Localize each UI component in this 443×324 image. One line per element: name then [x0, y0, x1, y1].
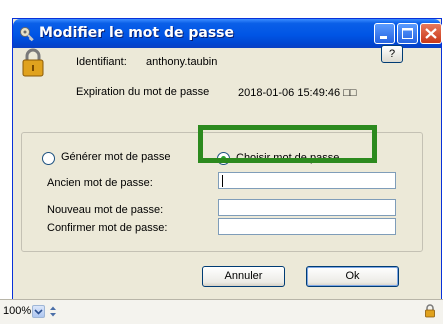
zoom-level: 100%	[3, 305, 32, 317]
confirm-password-label: Confirmer mot de passe:	[47, 222, 168, 234]
zoom-dropdown-button[interactable]	[32, 305, 45, 318]
old-password-label: Ancien mot de passe:	[47, 177, 153, 189]
text-caret	[222, 175, 223, 187]
close-icon	[425, 28, 437, 39]
key-icon	[20, 27, 34, 42]
confirm-password-field[interactable]	[218, 218, 396, 235]
new-password-label: Nouveau mot de passe:	[47, 204, 164, 216]
dialog-title: Modifier le mot de passe	[39, 25, 234, 41]
zoom-spinner-icon[interactable]	[49, 305, 57, 318]
expiration-value: 2018-01-06 15:49:46 □□	[238, 87, 357, 99]
cancel-button[interactable]: Annuler	[202, 266, 285, 287]
identifiant-label: Identifiant:	[76, 56, 127, 68]
generate-password-label[interactable]: Générer mot de passe	[61, 151, 170, 163]
maximize-button[interactable]	[397, 23, 418, 44]
new-password-field[interactable]	[218, 199, 396, 216]
padlock-icon	[22, 48, 44, 77]
maximize-icon	[402, 28, 413, 39]
minimize-icon	[380, 36, 387, 39]
title-bar[interactable]: Modifier le mot de passe	[13, 19, 442, 48]
selection-highlight-box	[198, 125, 377, 163]
ok-button[interactable]: Ok	[306, 266, 399, 287]
help-button[interactable]: ?	[381, 45, 403, 63]
expiration-label: Expiration du mot de passe	[76, 86, 210, 98]
identifiant-value: anthony.taubin	[146, 56, 218, 68]
minimize-button[interactable]	[374, 23, 395, 44]
chevron-down-icon	[34, 309, 43, 315]
padlock-small-icon	[425, 304, 435, 318]
generate-password-radio[interactable]	[42, 152, 55, 165]
old-password-field[interactable]	[218, 172, 396, 189]
close-button[interactable]	[420, 23, 442, 44]
status-bar: 100%	[0, 299, 443, 324]
